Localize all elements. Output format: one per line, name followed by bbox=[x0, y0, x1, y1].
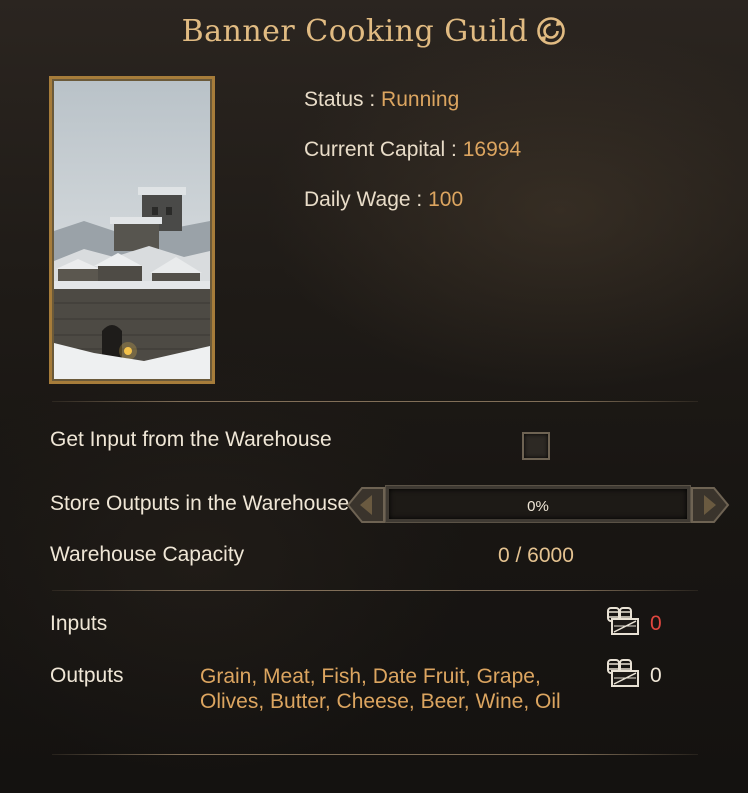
divider-bottom bbox=[52, 754, 698, 755]
status-label: Status : bbox=[304, 88, 376, 111]
status-value: Running bbox=[381, 88, 460, 111]
castle-image bbox=[54, 81, 210, 379]
capacity-value: 0 / 6000 bbox=[498, 544, 574, 567]
outputs-label: Outputs bbox=[50, 664, 124, 687]
store-outputs-slider[interactable]: 0% bbox=[346, 484, 730, 526]
decrease-arrow-icon[interactable] bbox=[346, 486, 386, 524]
store-outputs-label: Store Outputs in the Warehouse bbox=[50, 492, 350, 515]
store-outputs-percent: 0% bbox=[527, 498, 549, 515]
inputs-label: Inputs bbox=[50, 612, 108, 635]
circular-arrows-icon[interactable] bbox=[536, 16, 566, 46]
divider-top bbox=[52, 401, 698, 402]
store-outputs-bar[interactable]: 0% bbox=[386, 486, 690, 522]
capacity-label: Warehouse Capacity bbox=[50, 543, 245, 566]
barrels-crate-icon bbox=[607, 607, 639, 635]
outputs-list: Grain, Meat, Fish, Date Fruit, Grape, Ol… bbox=[200, 665, 561, 713]
barrels-crate-icon bbox=[607, 659, 639, 687]
capital-line: Current Capital : 16994 bbox=[304, 138, 521, 162]
get-input-label: Get Input from the Warehouse bbox=[50, 428, 332, 451]
workshop-portrait bbox=[49, 76, 215, 384]
divider-middle bbox=[52, 590, 698, 591]
outputs-count: 0 bbox=[650, 664, 662, 687]
status-line: Status : Running bbox=[304, 88, 459, 112]
wage-label: Daily Wage : bbox=[304, 188, 423, 211]
capital-value: 16994 bbox=[462, 138, 522, 161]
wage-line: Daily Wage : 100 bbox=[304, 188, 463, 212]
get-input-checkbox[interactable] bbox=[522, 432, 550, 460]
workshop-title: Banner Cooking Guild bbox=[181, 14, 529, 49]
workshop-title-row: Banner Cooking Guild bbox=[0, 14, 748, 49]
increase-arrow-icon[interactable] bbox=[690, 486, 730, 524]
inputs-count: 0 bbox=[650, 612, 662, 635]
wage-value: 100 bbox=[428, 188, 464, 211]
capital-label: Current Capital : bbox=[304, 138, 457, 161]
